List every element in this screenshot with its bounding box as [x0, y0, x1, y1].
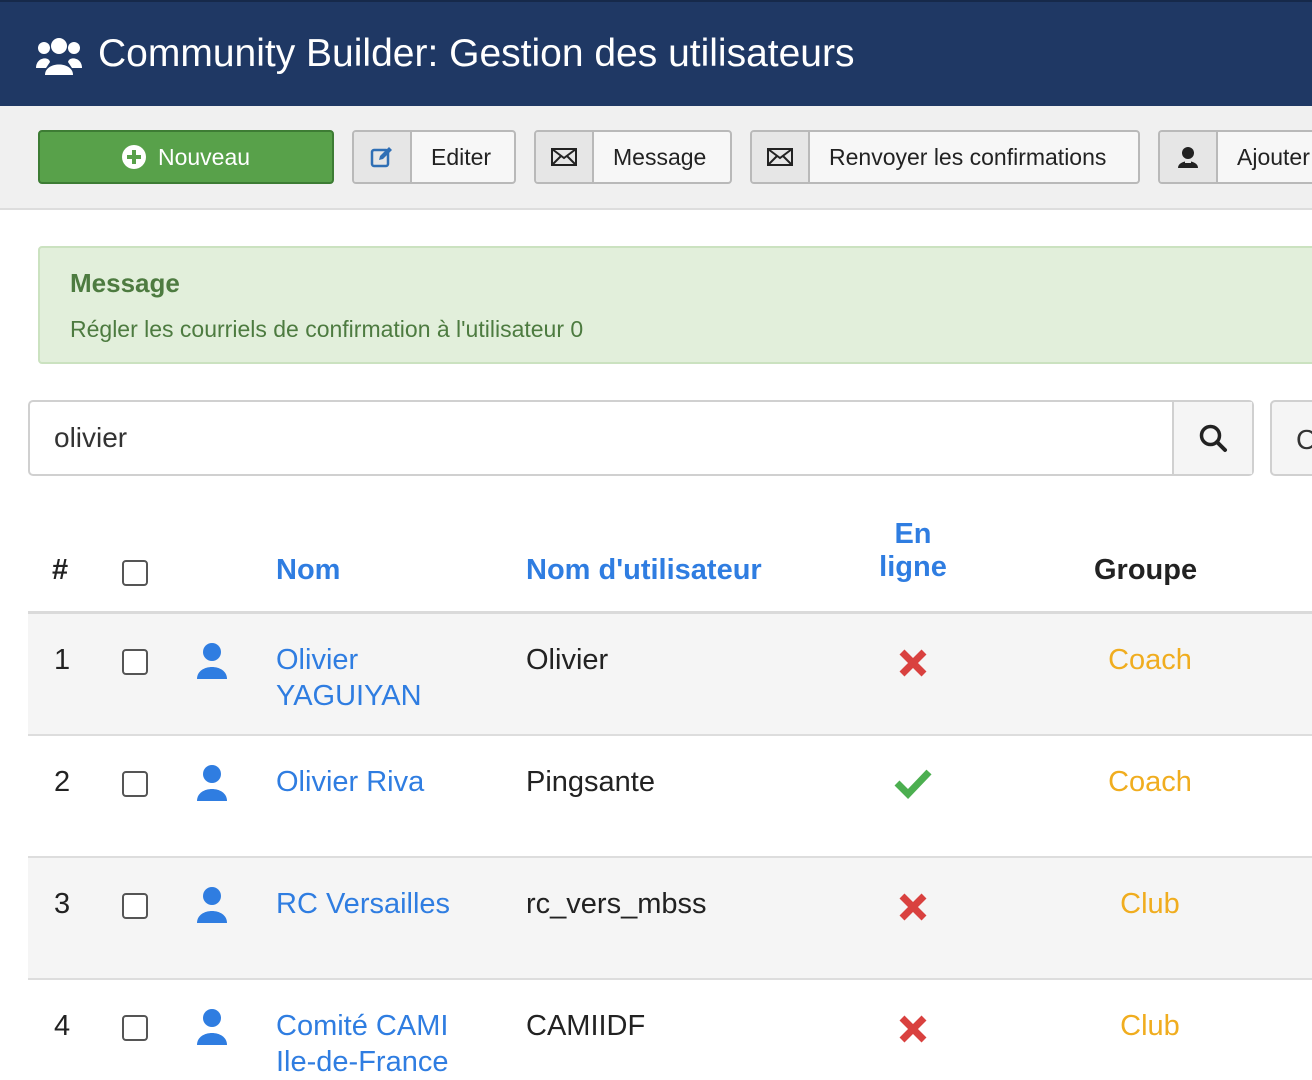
edit-icon	[354, 132, 412, 182]
page-title: Community Builder: Gestion des utilisate…	[98, 32, 855, 75]
search-box	[28, 400, 1254, 476]
search-input[interactable]	[32, 404, 1172, 472]
select-all-checkbox[interactable]	[122, 560, 148, 586]
add-button-label: Ajouter	[1237, 143, 1310, 170]
group-label: Coach	[1108, 766, 1192, 798]
row-number: 1	[54, 644, 71, 676]
user-add-icon	[1160, 132, 1218, 182]
username: Olivier	[526, 644, 609, 676]
column-header-online-line1: En	[894, 518, 932, 550]
search-button[interactable]	[1172, 402, 1252, 474]
row-number: 3	[54, 888, 71, 920]
column-header-online[interactable]: En ligne	[876, 518, 950, 584]
username: rc_vers_mbss	[526, 888, 707, 920]
column-header-name[interactable]: Nom	[276, 554, 340, 587]
message-button[interactable]: Message	[534, 130, 732, 184]
new-button-label: Nouveau	[157, 143, 251, 170]
user-icon	[197, 887, 227, 923]
user-name-link[interactable]: Olivier Riva	[276, 764, 516, 800]
offline-cross-icon[interactable]	[896, 890, 930, 924]
username: Pingsante	[526, 766, 655, 798]
table-row: 4 Comité CAMI Ile-de-France CAMIIDF Club	[28, 980, 1312, 1080]
page-header: Community Builder: Gestion des utilisate…	[0, 0, 1312, 106]
user-icon	[197, 1009, 227, 1045]
column-header-username[interactable]: Nom d'utilisateur	[526, 554, 762, 587]
row-checkbox[interactable]	[122, 1015, 148, 1041]
toolbar: Nouveau Editer Message Renvoyer les conf…	[0, 106, 1312, 210]
user-name-link[interactable]: Comité CAMI Ile-de-France	[276, 1008, 496, 1080]
offline-cross-icon[interactable]	[896, 646, 930, 680]
table-header: # Nom Nom d'utilisateur En ligne Groupe	[28, 500, 1312, 614]
group-label: Club	[1120, 888, 1180, 920]
resend-confirmations-button[interactable]: Renvoyer les confirmations	[750, 130, 1140, 184]
row-checkbox[interactable]	[122, 893, 148, 919]
row-number: 2	[54, 766, 71, 798]
username: CAMIIDF	[526, 1010, 646, 1042]
row-checkbox[interactable]	[122, 771, 148, 797]
table-row: 3 RC Versailles rc_vers_mbss Club	[28, 858, 1312, 980]
resend-button-label: Renvoyer les confirmations	[829, 143, 1107, 170]
envelope-icon	[752, 132, 810, 182]
clear-button[interactable]: C	[1270, 400, 1312, 476]
online-check-icon[interactable]	[894, 766, 932, 800]
user-icon	[197, 765, 227, 801]
success-message: Message Régler les courriels de confirma…	[38, 246, 1312, 364]
column-header-group: Groupe	[1094, 554, 1198, 586]
table-row: 1 Olivier YAGUIYAN Olivier Coach	[28, 614, 1312, 736]
new-button[interactable]: Nouveau	[38, 130, 334, 184]
envelope-icon	[536, 132, 594, 182]
user-name-link[interactable]: Olivier YAGUIYAN	[276, 642, 496, 714]
plus-circle-icon	[121, 145, 146, 169]
group-label: Club	[1120, 1010, 1180, 1042]
user-name-link[interactable]: RC Versailles	[276, 886, 516, 922]
edit-button[interactable]: Editer	[352, 130, 516, 184]
column-header-number: #	[52, 554, 69, 586]
message-text: Régler les courriels de confirmation à l…	[70, 316, 584, 342]
row-number: 4	[54, 1010, 71, 1042]
column-header-online-line2: ligne	[879, 551, 947, 583]
users-icon	[36, 38, 82, 75]
table-row: 2 Olivier Riva Pingsante Coach	[28, 736, 1312, 858]
message-title: Message	[70, 268, 180, 298]
message-button-label: Message	[613, 143, 707, 170]
edit-button-label: Editer	[431, 143, 492, 170]
user-icon	[197, 643, 227, 679]
search-icon	[1199, 424, 1227, 452]
add-button[interactable]: Ajouter	[1158, 130, 1312, 184]
group-label: Coach	[1108, 644, 1192, 676]
offline-cross-icon[interactable]	[896, 1012, 930, 1046]
row-checkbox[interactable]	[122, 649, 148, 675]
